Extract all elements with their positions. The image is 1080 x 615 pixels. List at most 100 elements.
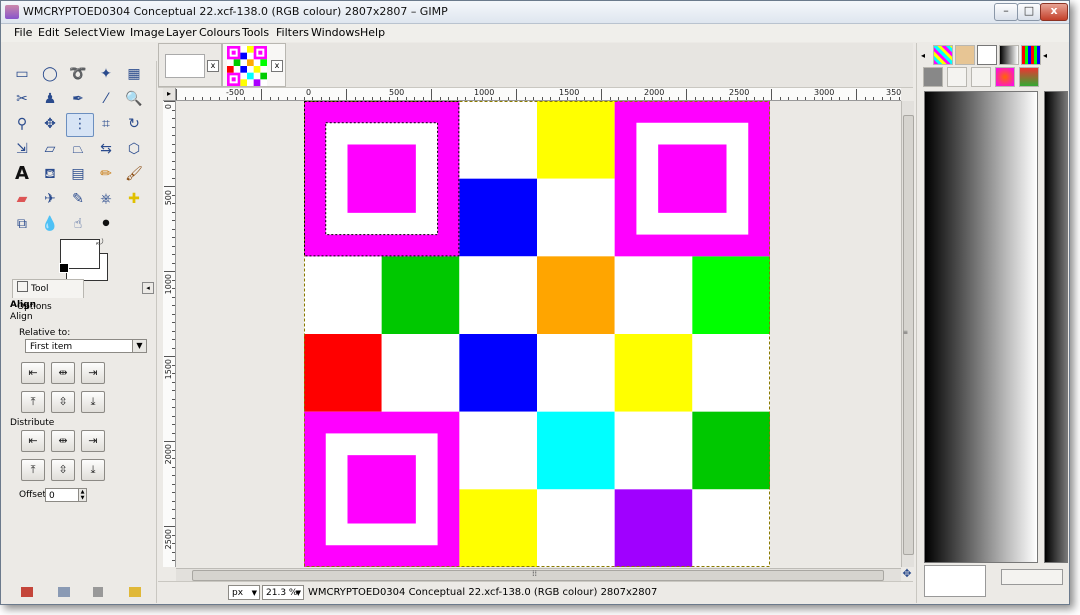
clone-icon[interactable]: ⎈ [94,188,118,210]
ink-icon[interactable]: ✎ [66,188,90,210]
free-select-icon[interactable]: ➰ [66,63,90,85]
vertical-scrollbar[interactable]: ≡ [901,101,914,567]
offset-input[interactable]: 0 ▲ ▼ [45,488,87,502]
smudge-icon[interactable]: ☝ [66,213,90,235]
align-icon[interactable]: ⋮ [66,113,94,137]
image-canvas[interactable] [304,101,770,567]
distribute-right-button[interactable]: ⇥ [81,430,105,452]
crop-icon[interactable]: ⌗ [94,113,118,135]
close-tab-icon[interactable]: x [271,60,283,72]
tab-brushes[interactable] [955,45,975,65]
scale-icon[interactable]: ⇲ [10,138,34,160]
flip-icon[interactable]: ⇆ [94,138,118,160]
menu-layer[interactable]: Layer [166,26,197,39]
paintbrush-icon[interactable]: 🖌 [122,163,146,185]
zoom-icon[interactable]: 🔍 [122,88,146,110]
unit-dropdown[interactable]: px ▼ [228,585,260,600]
scissors-icon[interactable]: ✂ [10,88,34,110]
fuzzy-select-icon[interactable]: ✦ [94,63,118,85]
horizontal-scrollbar[interactable]: ⁞⁞ [176,568,901,581]
blur-icon[interactable]: 💧 [38,213,62,235]
tab-channels[interactable] [947,67,967,87]
menu-file[interactable]: File [14,26,32,39]
color-select-icon[interactable]: ▦ [122,63,146,85]
canvas-area[interactable] [176,101,901,567]
tab-histogram[interactable] [1019,67,1039,87]
foreground-select-icon[interactable]: ♟ [38,88,62,110]
align-top-button[interactable]: ⤒ [21,391,45,413]
align-right-button[interactable]: ⇥ [81,362,105,384]
image-tab-1[interactable]: x [158,43,222,87]
dock-action-button[interactable] [1001,569,1063,585]
bucket-fill-icon[interactable]: ⛾ [38,163,62,185]
align-center-button[interactable]: ⇹ [51,362,75,384]
menu-filters[interactable]: Filters [276,26,309,39]
cage-icon[interactable]: ⬡ [122,138,146,160]
rotate-icon[interactable]: ↻ [122,113,146,135]
menu-help[interactable]: Help [360,26,385,39]
ellipse-select-icon[interactable]: ◯ [38,63,62,85]
tab-colormap[interactable] [995,67,1015,87]
horizontal-scroll-thumb[interactable] [192,570,884,581]
move-icon[interactable]: ✥ [38,113,62,135]
menu-select[interactable]: Select [64,26,98,39]
align-bottom-button[interactable]: ⤓ [81,391,105,413]
default-colors-icon[interactable] [59,263,69,273]
dock-configure-icon[interactable]: ◂ [1043,51,1047,60]
color-picker-icon[interactable]: ⁄ [94,88,118,110]
rect-select-icon[interactable]: ▭ [10,63,34,85]
tab-paths[interactable] [977,45,997,65]
close-button[interactable]: x [1040,3,1068,21]
reset-options-icon[interactable] [129,587,141,597]
quick-mask-corner-icon[interactable]: ▸ [163,88,176,101]
distribute-left-button[interactable]: ⇤ [21,430,45,452]
text-icon[interactable]: A [10,163,34,185]
maximize-button[interactable]: □ [1017,3,1041,21]
airbrush-icon[interactable]: ✈ [38,188,62,210]
align-middle-button[interactable]: ⇳ [51,391,75,413]
dodge-burn-icon[interactable]: ⚫ [94,213,118,235]
dock-scroll-left-icon[interactable]: ◂ [921,51,925,60]
tab-palettes[interactable] [1021,45,1041,65]
delete-options-icon[interactable] [93,587,103,597]
tab-gradients[interactable] [999,45,1019,65]
navigate-icon[interactable]: ✥ [901,568,913,580]
menu-colours[interactable]: Colours [199,26,240,39]
distribute-middle-button[interactable]: ⇳ [51,459,75,481]
menu-image[interactable]: Image [130,26,164,39]
pencil-icon[interactable]: ✏ [94,163,118,185]
shear-icon[interactable]: ▱ [38,138,62,160]
restore-options-icon[interactable] [58,587,70,597]
brush-preview[interactable] [924,565,986,597]
menu-edit[interactable]: Edit [38,26,59,39]
tab-tool-options[interactable]: Tool Options [12,279,84,312]
configure-tab-icon[interactable]: ◂ [142,282,154,294]
distribute-center-button[interactable]: ⇹ [51,430,75,452]
menu-tools[interactable]: Tools [242,26,269,39]
minimize-button[interactable]: – [994,3,1018,21]
vertical-ruler[interactable]: 0 500 1000 1500 2000 2500 [163,101,176,567]
distribute-bottom-button[interactable]: ⤓ [81,459,105,481]
tab-patterns[interactable] [933,45,953,65]
perspective-clone-icon[interactable]: ⧉ [10,213,34,235]
menu-windows[interactable]: Windows [311,26,360,39]
gradient-preview[interactable] [924,91,1038,563]
distribute-top-button[interactable]: ⤒ [21,459,45,481]
tab-layers[interactable] [923,67,943,87]
relative-to-dropdown[interactable]: First item ▼ [25,339,147,353]
save-options-icon[interactable] [21,587,33,597]
close-tab-icon[interactable]: x [207,60,219,72]
measure-icon[interactable]: ⚲ [10,113,34,135]
eraser-icon[interactable]: ▰ [10,188,34,210]
menu-view[interactable]: View [99,26,125,39]
perspective-icon[interactable]: ⏢ [66,138,90,160]
horizontal-ruler[interactable]: -500 0 500 1000 1500 2000 2500 3000 350 [176,88,901,101]
image-tab-2[interactable]: x [222,43,286,87]
blend-icon[interactable]: ▤ [66,163,90,185]
zoom-dropdown[interactable]: 21.3 % ▼ [262,585,304,600]
heal-icon[interactable]: ✚ [122,188,146,210]
align-left-button[interactable]: ⇤ [21,362,45,384]
paths-icon[interactable]: ✒ [66,88,90,110]
tab-paths-2[interactable] [971,67,991,87]
swap-colors-icon[interactable]: ⤾ [96,238,104,248]
